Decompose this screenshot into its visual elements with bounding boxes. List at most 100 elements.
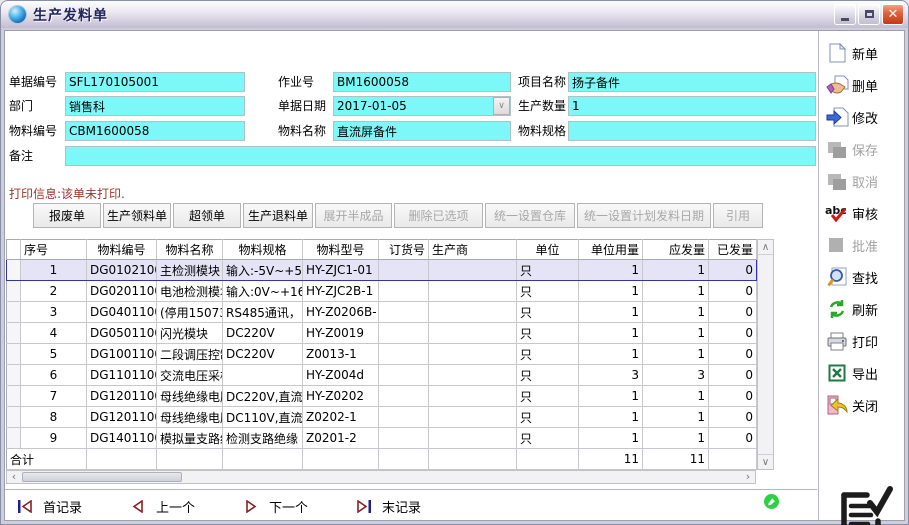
table-row[interactable]: 4 DG0501100 闪光模块 DC220V HY-Z0019 只 1 1 0 (7, 323, 757, 344)
sidebar-button-refresh[interactable]: 刷新 (825, 296, 904, 322)
cell-seq: 6 (21, 365, 87, 386)
sidebar-button-print[interactable]: 打印 (825, 328, 904, 354)
cell-manufacturer (429, 386, 517, 407)
row-selector[interactable] (7, 281, 21, 302)
material-spec-label: 物料规格 (518, 121, 566, 141)
table-row[interactable]: 1 DG0102100 主检测模块 输入:-5V~+5V HY-ZJC1-01 … (7, 260, 757, 281)
col-header[interactable]: 序号 (21, 240, 87, 260)
production-qty-field[interactable] (568, 96, 816, 116)
cell-seq: 2 (21, 281, 87, 302)
cell-order-no (379, 344, 429, 365)
row-selector[interactable] (7, 407, 21, 428)
scrollbar-thumb[interactable] (22, 472, 182, 482)
find-magnifier-icon (825, 266, 849, 288)
table-row[interactable]: 6 DG1101100 交流电压采样 HY-Z004d 只 3 3 0 (7, 365, 757, 386)
cell-unit-usage: 1 (579, 407, 643, 428)
sidebar-label: 取消 (852, 172, 878, 191)
cell-material-name: 电池检测模块 (157, 281, 223, 302)
next-record-button[interactable]: 下一个 (239, 495, 308, 517)
action-button[interactable]: 生产领料单 (103, 203, 171, 228)
cell-seq: 5 (21, 344, 87, 365)
col-header[interactable]: 生产商 (429, 240, 517, 260)
material-spec-field[interactable] (568, 121, 816, 141)
sidebar-button-modify[interactable]: 修改 (825, 104, 904, 130)
doc-date-field[interactable] (333, 96, 511, 116)
row-selector[interactable] (7, 323, 21, 344)
sidebar-button-delete[interactable]: 删单 (825, 72, 904, 98)
scroll-up-icon[interactable]: ∧ (758, 240, 773, 255)
table-row[interactable]: 3 DG0401100 (停用150731 RS485通讯， HY-Z0206B… (7, 302, 757, 323)
col-header[interactable]: 物料名称 (157, 240, 223, 260)
audit-check-icon: abc (825, 202, 849, 224)
first-record-button[interactable]: 首记录 (13, 495, 82, 517)
cell-material-name: 主检测模块 (157, 260, 223, 281)
action-button: 统一设置仓库 (485, 203, 575, 228)
sidebar-button-find[interactable]: 查找 (825, 264, 904, 290)
action-button[interactable]: 报废单 (33, 203, 101, 228)
cell-material-name: 交流电压采样 (157, 365, 223, 386)
col-header[interactable]: 订货号 (379, 240, 429, 260)
cell-material-no: DG0401100 (87, 302, 157, 323)
minimize-icon[interactable] (834, 4, 856, 25)
col-header[interactable]: 单位 (517, 240, 579, 260)
row-selector[interactable] (7, 260, 21, 281)
total-unit-usage: 11 (579, 449, 643, 470)
maximize-icon[interactable] (858, 4, 880, 25)
col-header[interactable]: 应发量 (643, 240, 709, 260)
sidebar-button-audit[interactable]: abc 审核 (825, 200, 904, 226)
remark-label: 备注 (9, 146, 33, 166)
scroll-down-icon[interactable]: ∨ (758, 454, 773, 469)
close-icon[interactable]: ✕ (882, 4, 904, 25)
material-name-field[interactable] (333, 121, 511, 141)
cell-manufacturer (429, 323, 517, 344)
cell-seq: 3 (21, 302, 87, 323)
production-qty-label: 生产数量 (518, 96, 566, 116)
job-no-field[interactable] (333, 72, 511, 92)
cell-unit: 只 (517, 281, 579, 302)
scroll-right-icon[interactable]: › (741, 471, 755, 483)
col-header[interactable]: 单位用量 (579, 240, 643, 260)
nav-label: 首记录 (43, 497, 82, 516)
table-row[interactable]: 7 DG1201100 母线绝缘电压 DC220V,直流 HY-Z0202 只 … (7, 386, 757, 407)
last-record-button[interactable]: 末记录 (352, 495, 421, 517)
table-row[interactable]: 8 DG1201100 母线绝缘电压 DC110V,直流 Z0202-1 只 1… (7, 407, 757, 428)
row-selector[interactable] (7, 344, 21, 365)
cell-issued-qty: 0 (709, 302, 757, 323)
project-name-label: 项目名称 (518, 72, 566, 92)
cell-material-spec (223, 365, 303, 386)
sidebar-button-new[interactable]: 新单 (825, 40, 904, 66)
total-label: 合计 (7, 449, 87, 470)
sidebar-label: 查找 (852, 268, 878, 287)
scroll-left-icon[interactable]: ‹ (7, 471, 21, 483)
cell-material-no: DG1201100 (87, 407, 157, 428)
grid-header-row: 序号 物料编号 物料名称 物料规格 物料型号 订货号 生产商 单位 单位用量 应… (7, 240, 757, 260)
table-row[interactable]: 5 DG1001100 二段调压控制 DC220V Z0013-1 只 1 1 … (7, 344, 757, 365)
row-selector[interactable] (7, 428, 21, 449)
grid-vertical-scrollbar[interactable]: ∧ ∨ (757, 239, 774, 470)
remark-field[interactable] (65, 146, 816, 166)
row-selector[interactable] (7, 365, 21, 386)
sidebar-label: 修改 (852, 108, 878, 127)
sidebar-button-export[interactable]: 导出 (825, 360, 904, 386)
table-row[interactable]: 9 DG1401100 模拟量支路绝缘 检测支路绝缘 Z0201-2 只 1 1… (7, 428, 757, 449)
department-field[interactable] (65, 96, 245, 116)
sidebar-button-close[interactable]: 关闭 (825, 392, 904, 418)
cell-unit-usage: 1 (579, 260, 643, 281)
row-selector[interactable] (7, 302, 21, 323)
project-name-field[interactable] (568, 72, 816, 92)
row-selector[interactable] (7, 386, 21, 407)
cell-unit: 只 (517, 365, 579, 386)
date-dropdown-chevron-icon[interactable]: ∨ (493, 97, 510, 115)
col-header[interactable]: 已发量 (709, 240, 757, 260)
col-header[interactable]: 物料编号 (87, 240, 157, 260)
col-header[interactable]: 物料型号 (303, 240, 379, 260)
material-no-field[interactable] (65, 121, 245, 141)
action-button[interactable]: 超领单 (173, 203, 241, 228)
prev-record-button[interactable]: 上一个 (126, 495, 195, 517)
col-header[interactable]: 物料规格 (223, 240, 303, 260)
cell-material-no: DG0102100 (87, 260, 157, 281)
grid-horizontal-scrollbar[interactable]: ‹ › (6, 470, 756, 484)
doc-no-field[interactable] (65, 72, 245, 92)
table-row[interactable]: 2 DG0201100 电池检测模块 输入:0V~+16V HY-ZJC2B-1… (7, 281, 757, 302)
action-button[interactable]: 生产退料单 (243, 203, 313, 228)
